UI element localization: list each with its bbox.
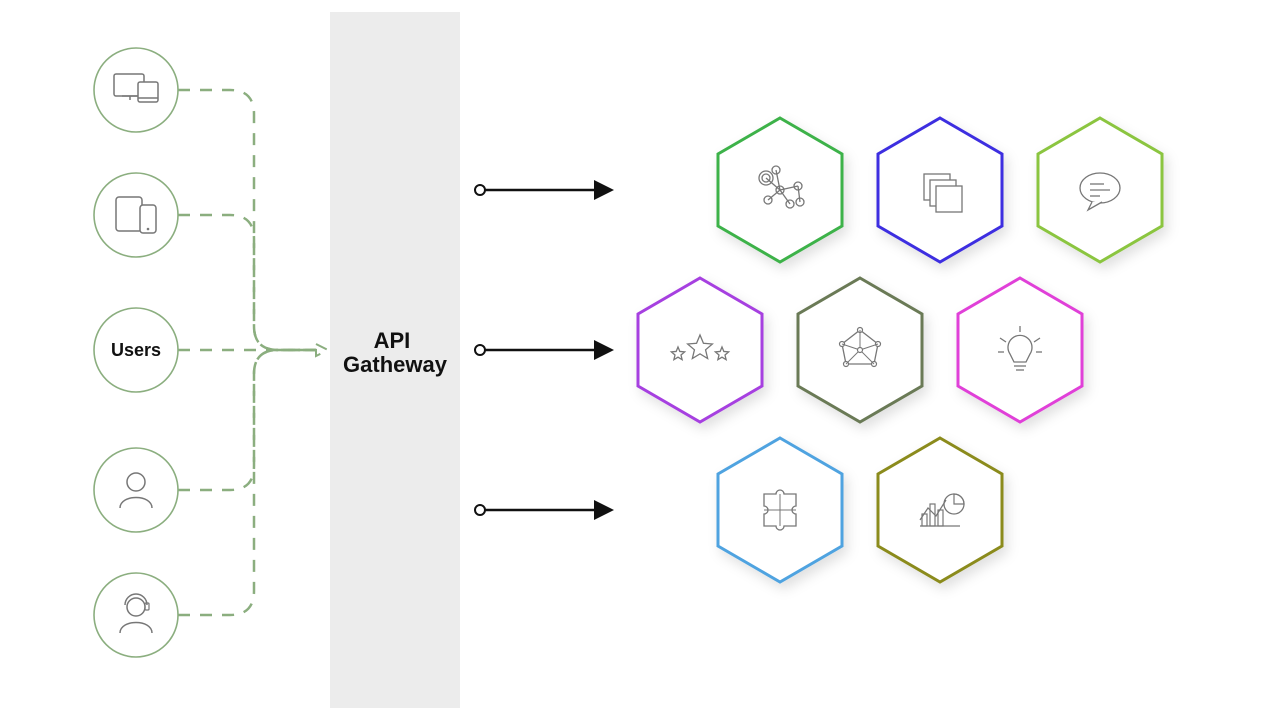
service-hexagon — [878, 438, 1002, 582]
user-node: Users — [94, 308, 178, 392]
api-gateway-diagram: API Gatheway Users — [0, 0, 1280, 720]
service-hexagon — [798, 278, 922, 422]
user-node — [94, 448, 178, 532]
layers-icon — [924, 174, 962, 212]
user-node — [94, 48, 178, 132]
arrow-origin — [475, 505, 485, 515]
user-node — [94, 573, 178, 657]
user-arrowhead — [316, 344, 328, 356]
users-label-text: Users — [111, 340, 161, 360]
arrow-origin — [475, 185, 485, 195]
service-hexagon — [638, 278, 762, 422]
arrow-origin — [475, 345, 485, 355]
user-node — [94, 173, 178, 257]
service-hexagon — [958, 278, 1082, 422]
service-hexagon — [878, 118, 1002, 262]
user-connector — [178, 350, 316, 490]
service-hexagon — [1038, 118, 1162, 262]
service-hexagon — [718, 118, 842, 262]
user-connector — [178, 350, 316, 615]
service-hexagon — [718, 438, 842, 582]
user-connector — [178, 215, 316, 350]
